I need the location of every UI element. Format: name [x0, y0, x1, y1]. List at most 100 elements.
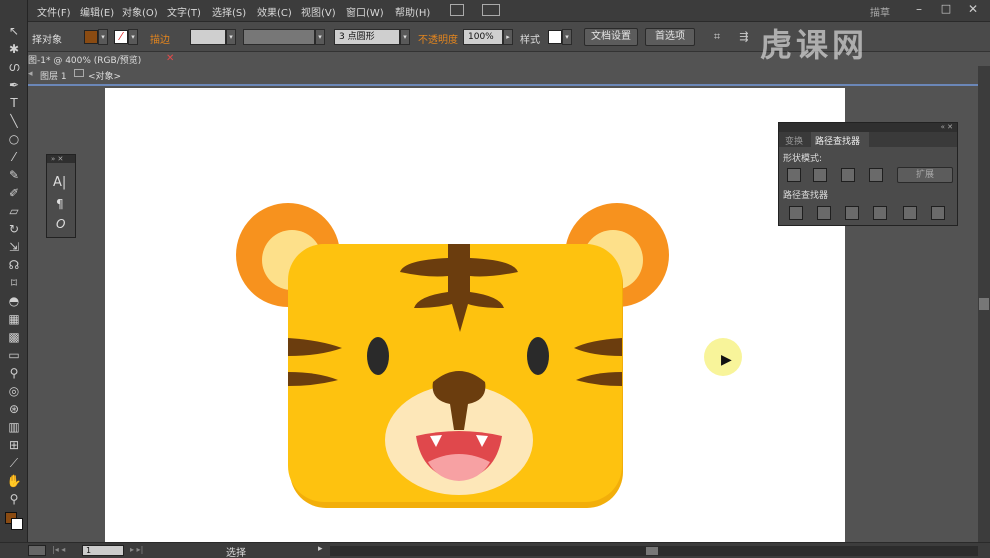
breadcrumb-object[interactable]: <对象> [88, 69, 121, 82]
gradient-tool-icon[interactable]: ▭ [4, 346, 24, 364]
eyedropper-icon[interactable]: ⚲ [4, 364, 24, 382]
next-page-icon[interactable]: ▸ ▸| [130, 545, 143, 554]
lasso-icon[interactable]: ഗ [4, 58, 24, 76]
preferences-button[interactable]: 首选项 [645, 28, 695, 46]
free-transform-icon[interactable]: ⌑ [4, 274, 24, 292]
stroke-label[interactable]: 描边 [150, 31, 170, 46]
horizontal-scrollbar[interactable] [330, 546, 978, 556]
fill-swatch[interactable] [84, 30, 98, 44]
menu-edit[interactable]: 编辑(E) [80, 4, 114, 19]
opentype-icon[interactable]: O [56, 217, 65, 231]
warp-tool-icon[interactable]: ☊ [4, 256, 24, 274]
menu-select[interactable]: 选择(S) [212, 4, 246, 19]
eraser-icon[interactable]: ▱ [4, 202, 24, 220]
outline-icon[interactable] [903, 206, 917, 220]
isolate-icon[interactable]: ⌗ [710, 30, 724, 44]
stroke-color-icon[interactable] [11, 518, 23, 530]
stroke-swatch[interactable]: ⁄ [114, 30, 128, 44]
ellipse-tool-icon[interactable]: ○ [4, 130, 24, 148]
mesh-tool-icon[interactable]: ▩ [4, 328, 24, 346]
stroke-dropdown[interactable]: ▾ [128, 29, 138, 45]
exclude-icon[interactable] [869, 168, 883, 182]
back-arrow-icon[interactable]: ◂ [28, 69, 33, 79]
selection-tool-icon[interactable]: ↖ [4, 22, 24, 40]
document-tab-close-icon[interactable]: ✕ [166, 53, 174, 64]
menu-window[interactable]: 窗口(W) [346, 4, 384, 19]
arrange-icon[interactable]: ⇶ [734, 30, 754, 44]
crop-icon[interactable] [873, 206, 887, 220]
symbol-sprayer-icon[interactable]: ⊛ [4, 400, 24, 418]
status-menu-icon[interactable]: ▸ [318, 544, 323, 554]
line-tool-icon[interactable]: ╲ [4, 112, 24, 130]
paragraph-icon[interactable]: ¶ [56, 197, 64, 211]
pathfinder-panel-header[interactable]: « ✕ [779, 123, 957, 132]
bridge-icon[interactable] [450, 4, 464, 16]
pen-tool-icon[interactable]: ✒ [4, 76, 24, 94]
style-dropdown[interactable]: ▾ [562, 29, 572, 45]
document-tab[interactable]: 图-1* @ 400% (RGB/预览) [28, 53, 141, 66]
paintbrush-icon[interactable]: ⁄ [4, 148, 24, 166]
menu-effect[interactable]: 效果(C) [257, 4, 292, 19]
zoom-field[interactable] [28, 545, 46, 556]
magic-wand-icon[interactable]: ✱ [4, 40, 24, 58]
pencil-icon[interactable]: ✎ [4, 166, 24, 184]
type-tool-icon[interactable]: T [4, 94, 24, 112]
vertical-scroll-thumb[interactable] [979, 298, 989, 310]
trim-icon[interactable] [817, 206, 831, 220]
menu-help[interactable]: 帮助(H) [395, 4, 430, 19]
minus-back-icon[interactable] [931, 206, 945, 220]
opacity-field[interactable]: 100% [463, 29, 503, 45]
rotate-tool-icon[interactable]: ↻ [4, 220, 24, 238]
type-icon[interactable]: A| [53, 175, 66, 190]
maximize-icon[interactable]: □ [935, 2, 957, 18]
scale-tool-icon[interactable]: ⇲ [4, 238, 24, 256]
intersect-icon[interactable] [841, 168, 855, 182]
opacity-dropdown[interactable]: ▸ [503, 29, 513, 45]
breadcrumb: ◂ 图层 1 <对象> [28, 66, 990, 86]
blend-tool-icon[interactable]: ◎ [4, 382, 24, 400]
style-swatch[interactable] [548, 30, 562, 44]
divide-icon[interactable] [789, 206, 803, 220]
tools-panel: ↖ ✱ ഗ ✒ T ╲ ○ ⁄ ✎ ✐ ▱ ↻ ⇲ ☊ ⌑ ◓ ▦ ▩ ▭ ⚲ … [0, 0, 28, 558]
minimize-icon[interactable]: – [908, 2, 930, 18]
arrange-documents-icon[interactable] [482, 4, 500, 16]
character-panel-header[interactable]: » ✕ [47, 155, 75, 163]
document-setup-button[interactable]: 文档设置 [584, 28, 638, 46]
workspace-switcher[interactable]: 描草 [870, 4, 890, 19]
artboard-tool-icon[interactable]: ⊞ [4, 436, 24, 454]
brush-field[interactable]: 3 点圆形 [334, 29, 400, 45]
horizontal-scroll-thumb[interactable] [646, 547, 658, 555]
tab-pathfinder[interactable]: 路径查找器 [815, 134, 860, 147]
first-page-icon[interactable]: |◂ ◂ [52, 545, 65, 554]
menu-view[interactable]: 视图(V) [301, 4, 336, 19]
slice-tool-icon[interactable]: ⟋ [4, 454, 24, 472]
blob-brush-icon[interactable]: ✐ [4, 184, 24, 202]
menu-object[interactable]: 对象(O) [122, 4, 158, 19]
expand-button[interactable]: 扩展 [897, 167, 953, 183]
breadcrumb-layer[interactable]: 图层 1 [40, 69, 67, 82]
fill-dropdown[interactable]: ▾ [98, 29, 108, 45]
tab-transform[interactable]: 变换 [785, 134, 803, 147]
variable-width-field[interactable] [243, 29, 315, 45]
stroke-weight-field[interactable] [190, 29, 226, 45]
menu-file[interactable]: 文件(F) [37, 4, 71, 19]
hand-tool-icon[interactable]: ✋ [4, 472, 24, 490]
vertical-scrollbar[interactable] [978, 66, 990, 542]
column-graph-icon[interactable]: ▥ [4, 418, 24, 436]
merge-icon[interactable] [845, 206, 859, 220]
right-eye [527, 337, 549, 375]
zoom-tool-icon[interactable]: ⚲ [4, 490, 24, 508]
close-icon[interactable]: ✕ [962, 2, 984, 18]
minus-front-icon[interactable] [813, 168, 827, 182]
opacity-label[interactable]: 不透明度 [418, 31, 458, 46]
shape-builder-icon[interactable]: ◓ [4, 292, 24, 310]
menu-type[interactable]: 文字(T) [167, 4, 201, 19]
tiger-artwork[interactable] [230, 200, 675, 512]
brush-dropdown[interactable]: ▾ [400, 29, 410, 45]
stroke-weight-dropdown[interactable]: ▾ [226, 29, 236, 45]
perspective-grid-icon[interactable]: ▦ [4, 310, 24, 328]
unite-icon[interactable] [787, 168, 801, 182]
variable-width-dropdown[interactable]: ▾ [315, 29, 325, 45]
page-field[interactable]: 1 [82, 545, 124, 556]
mouse-cursor-icon: ▶ [721, 352, 732, 368]
